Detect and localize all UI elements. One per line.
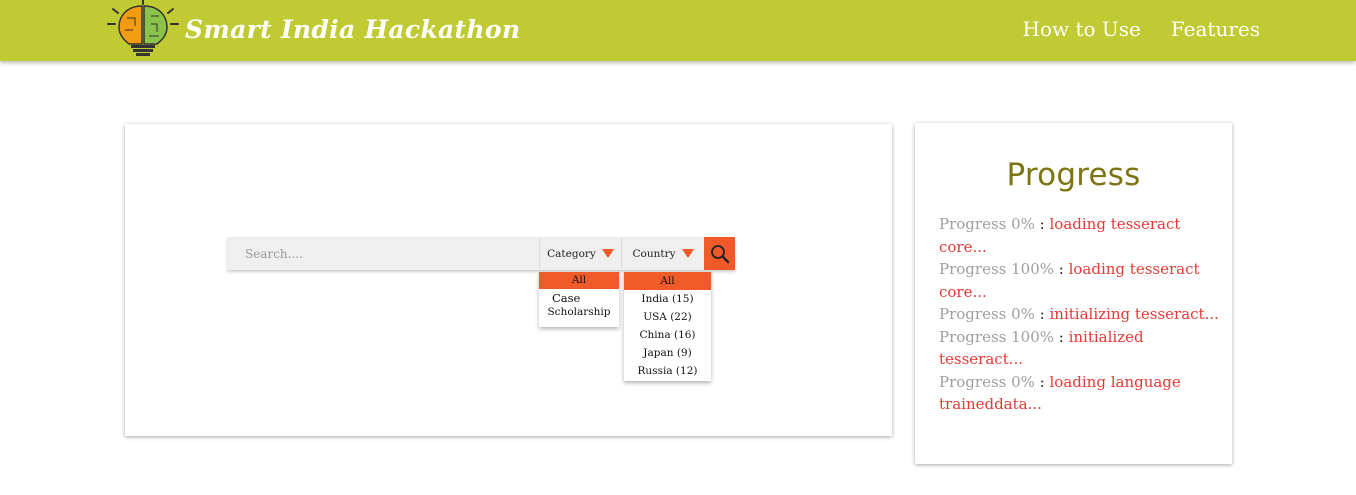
log-entry: Progress 0% : initializing tesseract... xyxy=(939,303,1219,326)
search-card: Category Country All Case Scholarship Al… xyxy=(125,124,892,436)
category-option-all[interactable]: All xyxy=(539,272,619,289)
country-option-all[interactable]: All xyxy=(624,272,711,290)
log-progress: Progress 100% xyxy=(939,327,1054,346)
caret-down-icon xyxy=(601,249,614,258)
search-bar: Category Country xyxy=(227,237,735,270)
log-separator: : xyxy=(1034,305,1050,323)
brand-title: Smart India Hackathon xyxy=(185,14,521,44)
log-progress: Progress 0% xyxy=(939,305,1035,323)
country-option-india[interactable]: India (15) xyxy=(624,290,711,308)
category-dropdown: All Case Scholarship xyxy=(539,272,619,327)
lightbulb-brain-icon xyxy=(107,0,179,56)
progress-card: Progress Progress 0% : loading tesseract… xyxy=(915,123,1232,464)
search-input[interactable] xyxy=(227,237,539,270)
search-button[interactable] xyxy=(704,237,735,270)
nav-features[interactable]: Features xyxy=(1171,17,1260,41)
country-option-japan[interactable]: Japan (9) xyxy=(624,344,711,362)
log-separator: : xyxy=(1034,372,1050,391)
caret-down-icon xyxy=(681,249,694,258)
country-option-china[interactable]: China (16) xyxy=(624,326,711,344)
category-option-scholarship[interactable]: Scholarship xyxy=(539,305,619,321)
log-entry: Progress 0% : loading language trainedda… xyxy=(939,371,1219,416)
logo[interactable]: Smart India Hackathon xyxy=(107,0,520,58)
category-select-label: Category xyxy=(547,247,596,260)
log-separator: : xyxy=(1034,215,1050,233)
log-separator: : xyxy=(1054,260,1069,278)
country-dropdown: All India (15) USA (22) China (16) Japan… xyxy=(624,272,711,381)
top-navbar: Smart India Hackathon How to Use Feature… xyxy=(0,0,1356,61)
nav-how-to-use[interactable]: How to Use xyxy=(1023,17,1141,41)
log-entry: Progress 100% : initialized tesseract... xyxy=(939,326,1219,371)
progress-title: Progress xyxy=(1006,157,1141,193)
log-progress: Progress 0% xyxy=(939,372,1035,391)
log-entry: Progress 0% : loading tesseract core... xyxy=(939,213,1219,258)
log-separator: : xyxy=(1054,327,1069,346)
progress-log: Progress 0% : loading tesseract core... … xyxy=(939,213,1219,416)
log-progress: Progress 100% xyxy=(939,260,1054,278)
country-select[interactable]: Country xyxy=(621,237,704,270)
search-icon xyxy=(710,244,729,263)
log-entry: Progress 100% : loading tesseract core..… xyxy=(939,258,1219,303)
log-progress: Progress 0% xyxy=(939,215,1035,233)
category-select[interactable]: Category xyxy=(539,237,621,270)
category-option-case[interactable]: Case xyxy=(539,289,619,305)
country-option-usa[interactable]: USA (22) xyxy=(624,308,711,326)
country-option-russia[interactable]: Russia (12) xyxy=(624,362,711,380)
log-status: initializing tesseract... xyxy=(1049,305,1219,323)
country-select-label: Country xyxy=(632,247,676,260)
main-nav: How to Use Features xyxy=(1023,17,1260,41)
